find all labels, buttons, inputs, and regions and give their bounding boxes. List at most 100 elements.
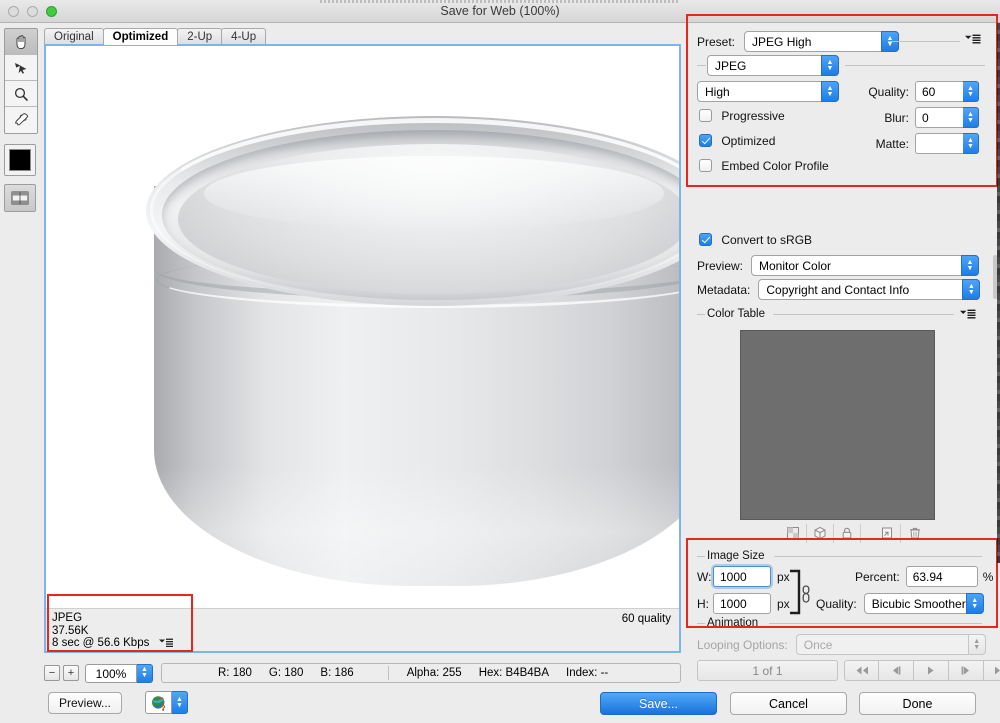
previous-frame-button [879, 660, 914, 681]
lock-icon[interactable] [834, 523, 861, 543]
zoom-out-button[interactable]: − [44, 665, 60, 681]
embed-color-profile-row[interactable]: Embed Color Profile [699, 159, 829, 173]
optimized-row[interactable]: Optimized [699, 134, 775, 148]
optimized-checkbox[interactable] [699, 134, 712, 147]
frame-nav-buttons [844, 660, 1000, 681]
preset-popup-menu-icon[interactable] [965, 34, 981, 44]
delete-trash-icon[interactable] [901, 524, 928, 543]
compression-quality-stepper[interactable]: ▲ ▼ [821, 81, 839, 102]
progressive-label: Progressive [721, 109, 785, 123]
zoom-in-button[interactable]: + [63, 665, 79, 681]
matte-stepper[interactable]: ▲ ▼ [963, 133, 979, 154]
color-table-popup-menu-icon[interactable] [960, 309, 976, 319]
metadata-select[interactable]: Copyright and Contact Info ▲ ▼ [758, 279, 981, 300]
preview-button[interactable]: Preview... [48, 692, 123, 714]
chain-link-icon[interactable] [800, 585, 812, 606]
browser-selector-stepper[interactable]: ▲ ▼ [172, 691, 188, 714]
embed-color-profile-checkbox[interactable] [699, 159, 712, 172]
blur-stepper[interactable]: ▲ ▼ [963, 107, 979, 128]
slice-select-tool[interactable] [5, 55, 37, 81]
settings-panel: Preset: JPEG High ▲ ▼ JPEG ▲ ▼ High ▲ ▼ … [685, 23, 1000, 683]
quality-stepper[interactable]: ▲ ▼ [963, 81, 979, 102]
preview-browser-selector[interactable]: ▲ ▼ [145, 691, 188, 714]
info-download-time: 8 sec @ 56.6 Kbps [52, 637, 150, 649]
zoom-level-input[interactable]: 100% [85, 663, 137, 683]
embed-color-profile-label: Embed Color Profile [721, 159, 829, 173]
color-preview-stepper[interactable]: ▲ ▼ [961, 255, 980, 276]
image-size-title: Image Size [707, 550, 765, 562]
convert-srgb-checkbox[interactable] [699, 233, 712, 246]
file-format-stepper[interactable]: ▲ ▼ [821, 55, 839, 76]
last-frame-button [984, 660, 1000, 681]
tab-optimized[interactable]: Optimized [102, 28, 179, 45]
zoom-tool[interactable] [5, 81, 37, 107]
compression-quality-select[interactable]: High ▲ ▼ [697, 81, 839, 102]
toggle-slices-visibility-button[interactable] [4, 184, 36, 212]
web-shift-cube-icon[interactable] [807, 523, 834, 543]
resample-quality-stepper[interactable]: ▲ ▼ [965, 593, 984, 614]
matte-swatch-input[interactable] [915, 133, 963, 154]
frame-counter: 1 of 1 [697, 660, 838, 681]
width-input[interactable]: 1000 [713, 566, 771, 587]
new-color-icon[interactable] [874, 523, 901, 543]
info-filesize: 37.56K [52, 624, 89, 637]
blur-input[interactable]: 0 [915, 107, 963, 128]
tab-4-up[interactable]: 4-Up [221, 28, 267, 45]
progressive-checkbox[interactable] [699, 109, 712, 122]
color-table-swatch-area[interactable] [740, 330, 935, 520]
next-frame-button [949, 660, 984, 681]
hand-tool[interactable] [5, 29, 37, 55]
cancel-button[interactable]: Cancel [730, 692, 847, 715]
convert-srgb-row[interactable]: Convert to sRGB [699, 233, 812, 247]
transparency-icon[interactable] [780, 523, 807, 543]
optimization-info-left: JPEG 37.56K 8 sec @ 56.6 Kbps [52, 612, 173, 651]
quality-row: Quality: 60 ▲ ▼ [860, 81, 979, 102]
tab-2-up[interactable]: 2-Up [177, 28, 223, 45]
tab-original[interactable]: Original [44, 28, 104, 45]
format-rule-left [697, 65, 706, 66]
eyedropper-tool[interactable] [5, 107, 37, 133]
optimized-preview-canvas[interactable]: JPEG 37.56K 8 sec @ 56.6 Kbps 60 quality [44, 44, 681, 653]
view-mode-tabs: Original Optimized 2-Up 4-Up [44, 27, 681, 45]
foreground-color-swatch[interactable] [4, 144, 36, 176]
info-popup-menu-icon[interactable] [158, 638, 173, 651]
compression-quality-value: High [705, 84, 730, 99]
color-readout-bar: R: 180 G: 180 B: 186 Alpha: 255 Hex: B4B… [161, 663, 681, 683]
done-button[interactable]: Done [859, 692, 976, 715]
preset-select[interactable]: JPEG High ▲ ▼ [744, 31, 900, 52]
progressive-row[interactable]: Progressive [699, 109, 785, 123]
color-preview-select[interactable]: Monitor Color ▲ ▼ [751, 255, 980, 276]
save-for-web-dialog: Save for Web (100%) Original Optimized 2… [0, 0, 1000, 723]
save-button[interactable]: Save... [600, 692, 717, 715]
title-divider [320, 0, 680, 3]
chevron-down-icon: ▼ [973, 643, 981, 651]
browser-globe-icon[interactable] [145, 691, 172, 714]
convert-srgb-label: Convert to sRGB [721, 233, 813, 247]
resample-quality-select[interactable]: Bicubic Smoother ▲ ▼ [863, 593, 984, 614]
panel-scrollbar[interactable] [993, 255, 997, 299]
readout-index: Index: -- [566, 667, 609, 679]
matte-field-group: ▲ ▼ [915, 133, 979, 154]
quality-input[interactable]: 60 [915, 81, 963, 102]
metadata-label: Metadata: [697, 282, 751, 297]
blur-field-group: 0 ▲ ▼ [915, 107, 979, 128]
tool-group [4, 28, 38, 134]
color-table-rule-right [773, 314, 954, 315]
blur-row: Blur: 0 ▲ ▼ [860, 107, 979, 128]
tools-palette [4, 28, 38, 212]
zoom-level-stepper[interactable]: ▲ ▼ [137, 663, 153, 683]
chevron-down-icon: ▼ [176, 701, 183, 709]
height-input[interactable]: 1000 [713, 593, 771, 614]
metadata-stepper[interactable]: ▲ ▼ [962, 279, 981, 300]
percent-input[interactable]: 63.94 [905, 566, 978, 587]
width-label: W: [697, 569, 712, 584]
quality-label: Quality: [868, 84, 909, 99]
readout-divider [387, 666, 389, 680]
rgb-readout: R: 180 G: 180 B: 186 [162, 667, 354, 679]
quality-field-group: 60 ▲ ▼ [915, 81, 979, 102]
preview-image[interactable] [46, 46, 679, 608]
matte-row: Matte: ▲ ▼ [860, 133, 979, 154]
file-format-select[interactable]: JPEG ▲ ▼ [707, 55, 839, 76]
resample-quality-row: Quality: Bicubic Smoother ▲ ▼ [816, 593, 984, 614]
info-download-line: 8 sec @ 56.6 Kbps [52, 637, 173, 651]
